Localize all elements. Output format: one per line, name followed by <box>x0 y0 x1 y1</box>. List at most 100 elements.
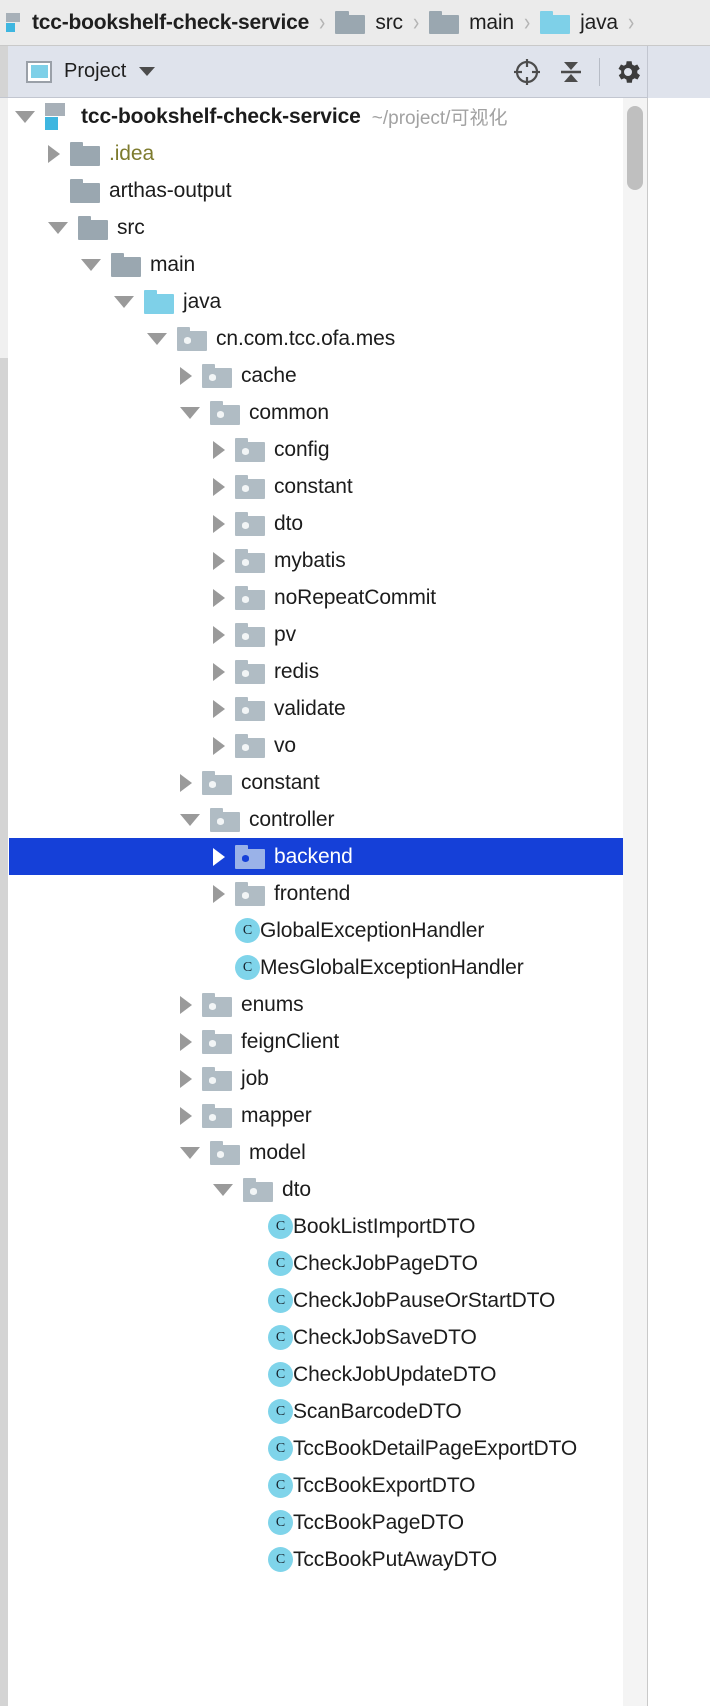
tree-row[interactable]: cn.com.tcc.ofa.mes <box>9 320 623 357</box>
chevron-right-icon[interactable] <box>213 440 225 459</box>
chevron-down-icon[interactable] <box>180 1146 200 1159</box>
chevron-right-icon[interactable] <box>213 662 225 681</box>
breadcrumb-item-tcc-bookshelf-check-service[interactable]: tcc-bookshelf-check-service <box>6 11 309 35</box>
tree-row[interactable]: common <box>9 394 623 431</box>
chevron-right-icon[interactable] <box>213 625 225 644</box>
chevron-down-icon[interactable] <box>180 406 200 419</box>
chevron-down-icon[interactable] <box>147 332 167 345</box>
tree-row[interactable]: C ScanBarcodeDTO <box>9 1393 623 1430</box>
chevron-down-icon[interactable] <box>15 110 35 123</box>
tree-row[interactable]: C BookListImportDTO <box>9 1208 623 1245</box>
tree-row-label: GlobalExceptionHandler <box>260 918 485 942</box>
tree-vertical-scrollbar[interactable] <box>623 98 647 1706</box>
tree-row[interactable]: mapper <box>9 1097 623 1134</box>
chevron-right-icon[interactable] <box>213 551 225 570</box>
select-opened-file-icon[interactable] <box>505 52 549 92</box>
chevron-right-icon[interactable] <box>213 477 225 496</box>
tree-row-label: CheckJobUpdateDTO <box>293 1362 497 1386</box>
chevron-down-icon[interactable] <box>48 221 68 234</box>
tree-row[interactable]: cache <box>9 357 623 394</box>
tree-row[interactable]: vo <box>9 727 623 764</box>
tree-row[interactable]: pv <box>9 616 623 653</box>
tree-row-label: TccBookExportDTO <box>293 1473 476 1497</box>
tree-row[interactable]: arthas-output <box>9 172 623 209</box>
toolwindow-title: Project <box>64 60 127 82</box>
tree-row[interactable]: C CheckJobPauseOrStartDTO <box>9 1282 623 1319</box>
tree-row-label: model <box>249 1140 306 1164</box>
tree-row[interactable]: C CheckJobPageDTO <box>9 1245 623 1282</box>
breadcrumb-item-java[interactable]: java <box>540 11 618 35</box>
tree-row-label: CheckJobSaveDTO <box>293 1325 477 1349</box>
tree-row[interactable]: redis <box>9 653 623 690</box>
chevron-right-icon[interactable] <box>213 699 225 718</box>
chevron-right-icon[interactable] <box>213 736 225 755</box>
tree-row[interactable]: noRepeatCommit <box>9 579 623 616</box>
chevron-down-icon[interactable] <box>180 813 200 826</box>
tree-row[interactable]: controller <box>9 801 623 838</box>
tree-row[interactable]: tcc-bookshelf-check-service ~/project/可视化 <box>9 98 623 135</box>
tree-row[interactable]: dto <box>9 1171 623 1208</box>
tree-row-label: java <box>183 289 222 313</box>
tree-row[interactable]: frontend <box>9 875 623 912</box>
package-icon <box>235 437 265 462</box>
tree-arrow-placeholder <box>48 182 60 200</box>
tree-row[interactable]: constant <box>9 468 623 505</box>
package-icon <box>235 696 265 721</box>
package-icon <box>202 1103 232 1128</box>
tree-row[interactable]: java <box>9 283 623 320</box>
chevron-right-icon[interactable] <box>180 773 192 792</box>
collapse-all-icon[interactable] <box>549 52 593 92</box>
settings-gear-icon[interactable] <box>606 52 650 92</box>
chevron-right-icon[interactable] <box>180 1032 192 1051</box>
tree-row[interactable]: C TccBookPutAwayDTO <box>9 1541 623 1578</box>
chevron-right-icon[interactable] <box>48 144 60 163</box>
tree-row[interactable]: config <box>9 431 623 468</box>
tree-row[interactable]: model <box>9 1134 623 1171</box>
tree-row[interactable]: C TccBookDetailPageExportDTO <box>9 1430 623 1467</box>
java-class-icon: C <box>268 1473 293 1498</box>
tree-row[interactable]: .idea <box>9 135 623 172</box>
tree-row[interactable]: C CheckJobUpdateDTO <box>9 1356 623 1393</box>
tree-row[interactable]: C MesGlobalExceptionHandler <box>9 949 623 986</box>
chevron-right-icon[interactable] <box>213 884 225 903</box>
tree-row-label: vo <box>274 733 296 757</box>
chevron-right-icon[interactable] <box>180 366 192 385</box>
chevron-down-icon[interactable] <box>213 1183 233 1196</box>
tree-row[interactable]: validate <box>9 690 623 727</box>
tree-row[interactable]: main <box>9 246 623 283</box>
tree-row[interactable]: mybatis <box>9 542 623 579</box>
tree-row-label: mapper <box>241 1103 312 1127</box>
chevron-down-icon[interactable] <box>114 295 134 308</box>
tree-row[interactable]: enums <box>9 986 623 1023</box>
breadcrumb-item-label: main <box>469 10 514 34</box>
tree-row[interactable]: constant <box>9 764 623 801</box>
tree-row[interactable]: C TccBookExportDTO <box>9 1467 623 1504</box>
chevron-right-icon[interactable] <box>180 995 192 1014</box>
chevron-right-icon[interactable] <box>213 514 225 533</box>
chevron-right-icon[interactable] <box>180 1106 192 1125</box>
package-icon <box>210 807 240 832</box>
project-tree[interactable]: tcc-bookshelf-check-service ~/project/可视化… <box>0 98 710 1706</box>
tree-row-selected[interactable]: backend <box>9 838 623 875</box>
tree-row[interactable]: C GlobalExceptionHandler <box>9 912 623 949</box>
tree-row-label: cache <box>241 363 297 387</box>
chevron-down-icon[interactable] <box>81 258 101 271</box>
breadcrumb-separator: › <box>627 8 635 36</box>
breadcrumb-item-src[interactable]: src <box>335 10 403 35</box>
tree-row[interactable]: C TccBookPageDTO <box>9 1504 623 1541</box>
chevron-right-icon[interactable] <box>180 1069 192 1088</box>
chevron-down-icon[interactable] <box>139 67 156 76</box>
chevron-right-icon[interactable] <box>213 847 225 866</box>
breadcrumb-item-main[interactable]: main <box>429 11 514 35</box>
tree-row[interactable]: job <box>9 1060 623 1097</box>
breadcrumb-item-label: src <box>375 10 403 34</box>
tree-row[interactable]: src <box>9 209 623 246</box>
tree-row[interactable]: feignClient <box>9 1023 623 1060</box>
scrollbar-thumb[interactable] <box>627 106 643 190</box>
java-class-icon: C <box>268 1251 293 1276</box>
tree-row-label: job <box>241 1066 269 1090</box>
tree-row[interactable]: dto <box>9 505 623 542</box>
chevron-right-icon[interactable] <box>213 588 225 607</box>
tree-row[interactable]: C CheckJobSaveDTO <box>9 1319 623 1356</box>
tree-arrow-placeholder <box>246 1477 258 1495</box>
